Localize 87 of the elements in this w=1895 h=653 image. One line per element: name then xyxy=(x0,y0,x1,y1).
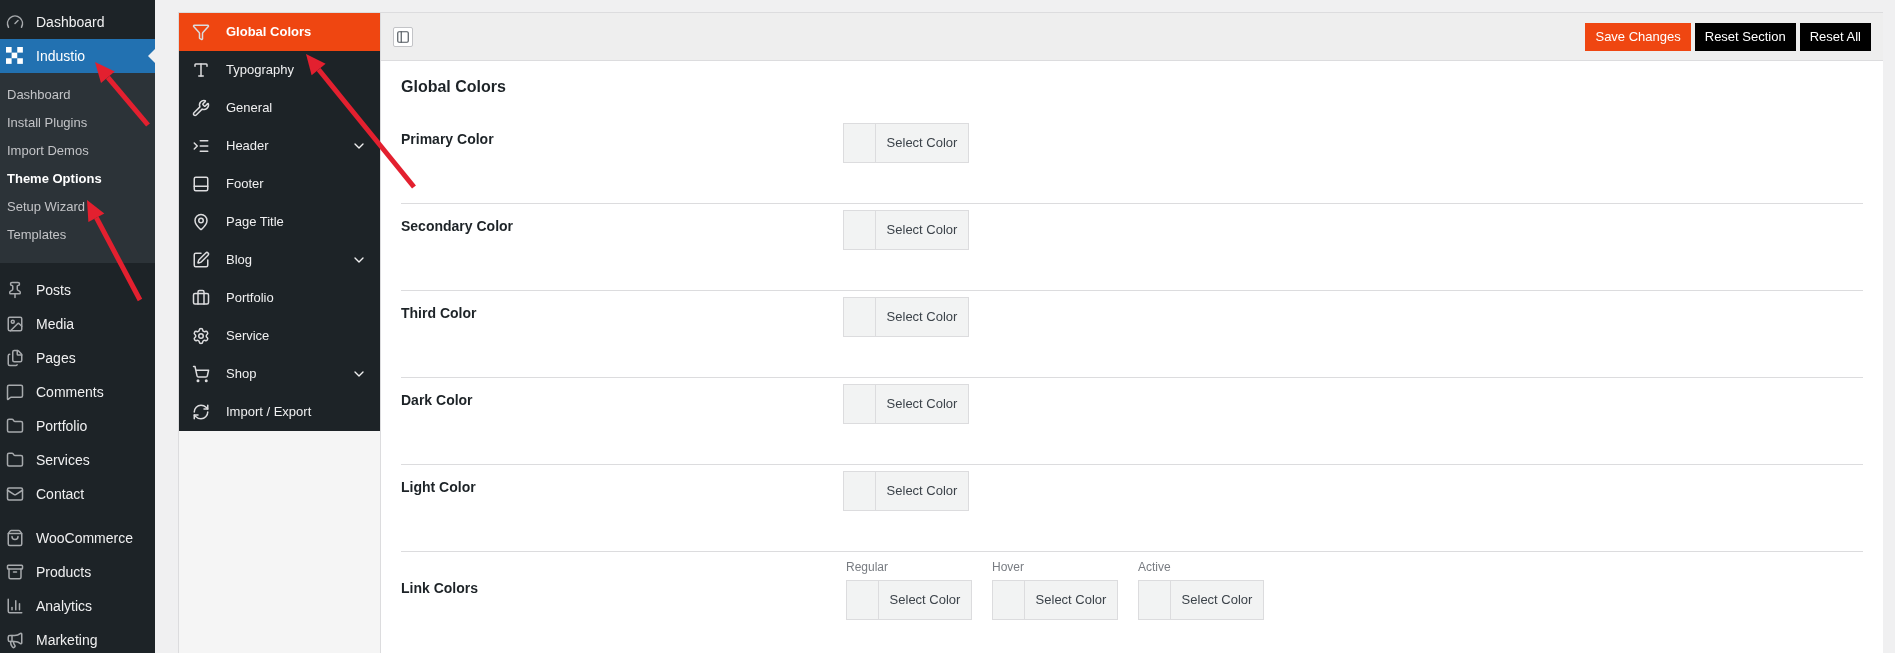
admin-submenu-item[interactable]: Setup Wizard xyxy=(0,193,155,221)
admin-submenu-item[interactable]: Theme Options xyxy=(0,165,155,193)
options-menu-item[interactable]: General xyxy=(179,89,380,127)
current-pointer-icon xyxy=(148,49,155,63)
megaphone-icon xyxy=(6,631,24,649)
admin-menu-item[interactable]: Posts xyxy=(0,273,155,307)
archive-icon xyxy=(6,563,24,581)
filter-icon xyxy=(192,23,210,41)
options-menu-item[interactable]: Import / Export xyxy=(179,393,380,431)
select-color-button[interactable]: Select Color xyxy=(876,124,968,162)
options-menu-item[interactable]: Page Title xyxy=(179,203,380,241)
annotation-arrow xyxy=(95,62,150,127)
text-icon xyxy=(192,61,210,79)
media-icon xyxy=(6,315,24,333)
picker-label: Regular xyxy=(846,559,890,576)
admin-menu-item[interactable]: Analytics xyxy=(0,589,155,623)
field-label: Primary Color xyxy=(401,131,494,147)
folder-icon xyxy=(6,417,24,435)
settings-icon xyxy=(192,327,210,345)
toolbar-button[interactable]: Save Changes xyxy=(1585,22,1691,51)
wrench-icon xyxy=(192,99,210,117)
admin-submenu-item[interactable]: Templates xyxy=(0,221,155,249)
admin-submenu-item[interactable]: Dashboard xyxy=(0,81,155,109)
select-color-button[interactable]: Select Color xyxy=(876,472,968,510)
map-pin-icon xyxy=(192,213,210,231)
admin-menu-item[interactable]: Pages xyxy=(0,341,155,375)
options-menu-item[interactable]: Service xyxy=(179,317,380,355)
color-picker[interactable]: Select Color xyxy=(1138,580,1264,620)
indent-icon xyxy=(192,137,210,155)
admin-menu-item[interactable]: Portfolio xyxy=(0,409,155,443)
footer-layout-icon xyxy=(192,175,210,193)
admin-menu-item[interactable]: Products xyxy=(0,555,155,589)
admin-submenu-item[interactable]: Import Demos xyxy=(0,137,155,165)
admin-menu-item[interactable]: Services xyxy=(0,443,155,477)
admin-menu-item[interactable]: Contact xyxy=(0,477,155,511)
field-label: Secondary Color xyxy=(401,218,514,234)
layout-icon xyxy=(396,29,410,44)
options-menu-item[interactable]: Blog xyxy=(179,241,380,279)
section-title: Global Colors xyxy=(401,77,507,97)
layout-toggle-button[interactable] xyxy=(393,26,413,47)
mail-icon xyxy=(6,485,24,503)
options-menu-item[interactable]: Portfolio xyxy=(179,279,380,317)
dashboard-gauge-icon xyxy=(6,13,24,31)
admin-menu-item[interactable]: WooCommerce xyxy=(0,521,155,555)
toolbar-button[interactable]: Reset Section xyxy=(1694,22,1796,51)
cart-icon xyxy=(192,365,210,383)
select-color-button[interactable]: Select Color xyxy=(876,211,968,249)
pages-icon xyxy=(6,349,24,367)
pin-icon xyxy=(6,281,24,299)
admin-menu-item[interactable]: Comments xyxy=(0,375,155,409)
folder-icon xyxy=(6,451,24,469)
refresh-icon xyxy=(192,403,210,421)
field-label: Third Color xyxy=(401,305,477,321)
options-menu-item[interactable]: Footer xyxy=(179,165,380,203)
toolbar-button[interactable]: Reset All xyxy=(1799,22,1871,51)
color-picker[interactable]: Select Color xyxy=(846,580,972,620)
color-picker[interactable]: Select Color xyxy=(843,471,969,511)
field-label: Light Color xyxy=(401,479,476,495)
admin-menu-item[interactable]: Industio xyxy=(0,39,155,73)
admin-menu-item[interactable]: Media xyxy=(0,307,155,341)
admin-menu-item[interactable]: Marketing xyxy=(0,623,155,653)
briefcase-icon xyxy=(192,289,210,307)
select-color-button[interactable]: Select Color xyxy=(876,298,968,336)
select-color-button[interactable]: Select Color xyxy=(879,581,971,619)
select-color-button[interactable]: Select Color xyxy=(876,385,968,423)
select-color-button[interactable]: Select Color xyxy=(1171,581,1263,619)
color-picker[interactable]: Select Color xyxy=(843,384,969,424)
checkered-logo-icon xyxy=(6,47,24,65)
color-picker[interactable]: Select Color xyxy=(843,297,969,337)
picker-label: Hover xyxy=(992,559,1025,576)
admin-submenu-item[interactable]: Install Plugins xyxy=(0,109,155,137)
color-picker[interactable]: Select Color xyxy=(992,580,1118,620)
edit-icon xyxy=(192,251,210,269)
options-menu-item[interactable]: Global Colors xyxy=(179,13,380,51)
color-picker[interactable]: Select Color xyxy=(843,123,969,163)
comment-bubble-icon xyxy=(6,383,24,401)
picker-label: Active xyxy=(1138,559,1172,576)
options-menu-item[interactable]: Header xyxy=(179,127,380,165)
color-picker[interactable]: Select Color xyxy=(843,210,969,250)
select-color-button[interactable]: Select Color xyxy=(1025,581,1117,619)
bar-chart-icon xyxy=(6,597,24,615)
options-menu-item[interactable]: Shop xyxy=(179,355,380,393)
field-label: Dark Color xyxy=(401,392,473,408)
field-label: Link Colors xyxy=(401,580,478,596)
shopping-bag-icon xyxy=(6,529,24,547)
options-menu-item[interactable]: Typography xyxy=(179,51,380,89)
admin-menu-item[interactable]: Dashboard xyxy=(0,5,155,39)
